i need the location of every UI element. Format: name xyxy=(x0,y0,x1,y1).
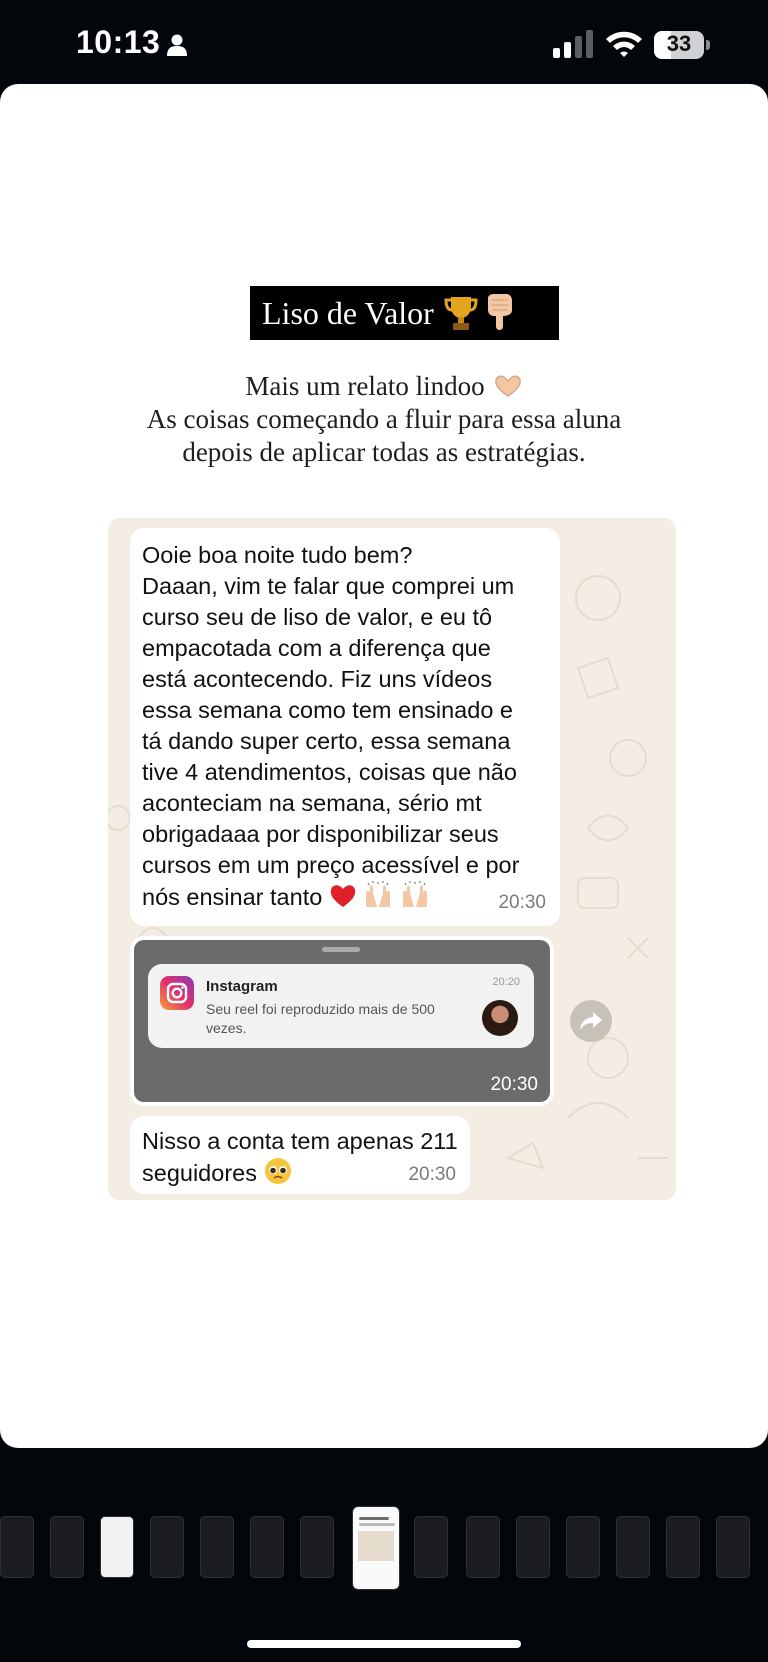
raising-hands-icon xyxy=(402,881,427,907)
message-timestamp: 20:30 xyxy=(490,1074,538,1095)
red-heart-icon xyxy=(330,885,356,907)
story-title-box: Liso de Valor xyxy=(250,286,559,340)
story-thumbnail[interactable] xyxy=(50,1516,84,1578)
heart-hands-icon xyxy=(494,375,521,397)
pointing-down-icon xyxy=(487,294,512,330)
story-thumbnail[interactable] xyxy=(616,1516,650,1578)
caption-line-2: As coisas começando a fluir para essa al… xyxy=(146,404,622,434)
raising-hands-icon xyxy=(366,881,391,907)
notification-time: 20:20 xyxy=(492,976,520,988)
story-thumbnail[interactable] xyxy=(150,1516,184,1578)
home-indicator[interactable] xyxy=(247,1640,521,1648)
forward-arrow-icon xyxy=(580,1012,602,1030)
story-thumbnail-strip xyxy=(0,1506,768,1590)
story-thumbnail[interactable] xyxy=(300,1516,334,1578)
story-thumbnail[interactable] xyxy=(250,1516,284,1578)
story-thumbnail[interactable] xyxy=(0,1516,34,1578)
instagram-notification: Instagram 20:20 Seu reel foi reproduzido… xyxy=(148,964,534,1048)
story-thumbnail[interactable] xyxy=(716,1516,750,1578)
notification-app-name: Instagram xyxy=(206,978,278,995)
story-thumbnail[interactable] xyxy=(414,1516,448,1578)
story-thumbnail[interactable] xyxy=(516,1516,550,1578)
story-caption: Mais um relato lindoo As coisas começand… xyxy=(60,370,708,469)
notification-drag-handle xyxy=(322,947,360,952)
trophy-icon xyxy=(444,297,478,330)
chat-message-bubble: Nisso a conta tem apenas 211 seguidores … xyxy=(130,1116,470,1194)
status-bar: 10:13 33 xyxy=(0,0,768,84)
chat-message-bubble: Ooie boa noite tudo bem? Daaan, vim te f… xyxy=(130,528,560,926)
message-timestamp: 20:30 xyxy=(498,892,546,913)
battery-percentage: 33 xyxy=(666,31,692,56)
caption-line-3: depois de aplicar todas as estratégias. xyxy=(182,437,586,467)
story-thumbnail[interactable] xyxy=(200,1516,234,1578)
person-icon xyxy=(167,34,187,56)
forward-button[interactable] xyxy=(570,1000,612,1042)
story-card: Liso de Valor Mais um relato lindoo As c… xyxy=(0,84,768,1448)
story-title: Liso de Valor xyxy=(262,294,434,331)
story-thumbnail-current[interactable] xyxy=(352,1506,400,1590)
wifi-icon xyxy=(606,31,642,57)
pleading-face-icon xyxy=(264,1158,291,1184)
battery-indicator: 33 xyxy=(654,31,710,59)
cellular-signal-icon xyxy=(553,30,593,58)
chat-screenshot: Ooie boa noite tudo bem? Daaan, vim te f… xyxy=(108,518,676,1200)
notification-text: Seu reel foi reproduzido mais de 500 vez… xyxy=(206,1001,435,1036)
story-thumbnail[interactable] xyxy=(666,1516,700,1578)
status-time: 10:13 xyxy=(76,24,161,60)
story-thumbnail[interactable] xyxy=(466,1516,500,1578)
instagram-icon xyxy=(160,976,194,1010)
story-thumbnail[interactable] xyxy=(566,1516,600,1578)
shared-screenshot-image[interactable]: Instagram 20:20 Seu reel foi reproduzido… xyxy=(134,940,550,1102)
message-timestamp: 20:30 xyxy=(408,1164,456,1185)
caption-line-1: Mais um relato lindoo xyxy=(245,371,485,401)
chat-image-message[interactable]: Instagram 20:20 Seu reel foi reproduzido… xyxy=(130,936,554,1106)
story-thumbnail[interactable] xyxy=(100,1516,134,1578)
avatar xyxy=(482,1000,518,1036)
